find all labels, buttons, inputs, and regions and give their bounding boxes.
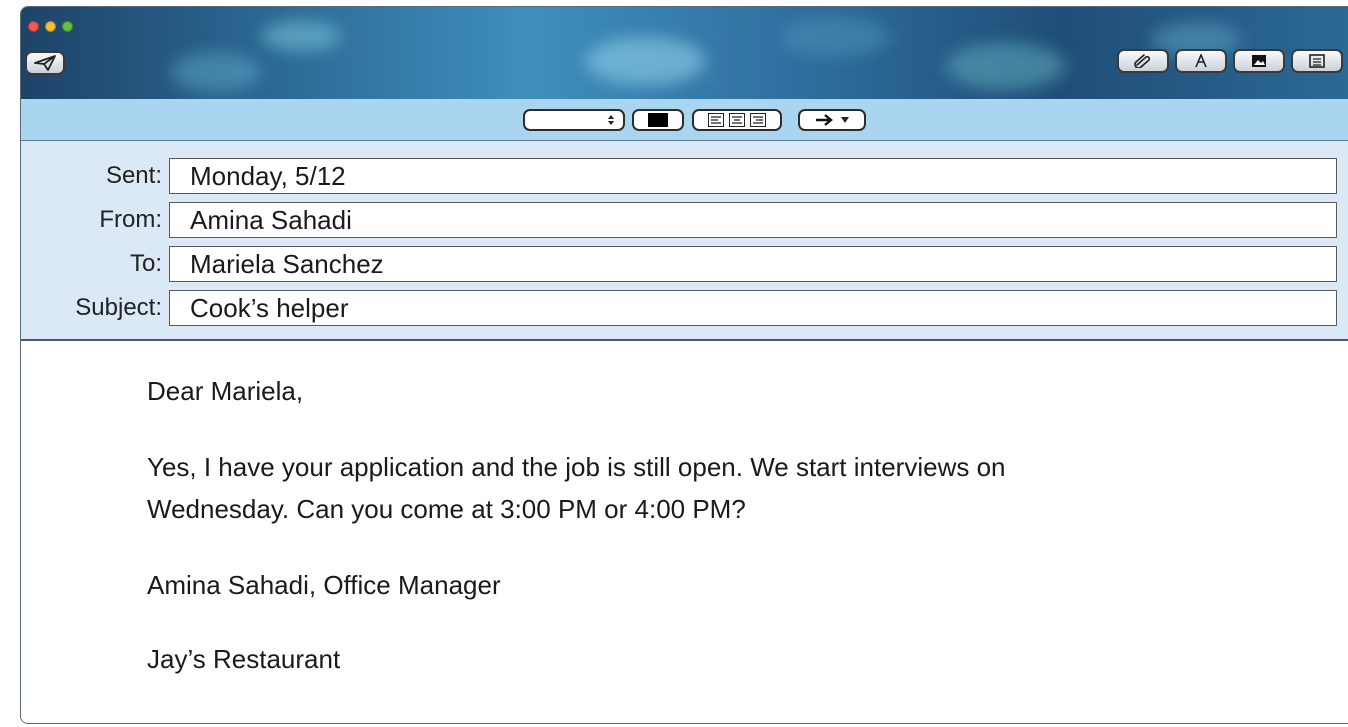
from-field[interactable]: Amina Sahadi xyxy=(169,202,1337,238)
background-bokeh xyxy=(586,37,706,85)
to-label: To: xyxy=(129,250,162,277)
alignment-control[interactable] xyxy=(692,109,782,131)
minimize-window-button[interactable] xyxy=(45,21,56,32)
align-left-icon[interactable] xyxy=(708,113,724,127)
sent-label: Sent: xyxy=(105,162,162,189)
title-bar xyxy=(21,7,1348,100)
format-bar-toggle-button[interactable] xyxy=(1291,49,1343,73)
paper-plane-icon xyxy=(34,55,56,71)
align-center-icon[interactable] xyxy=(729,113,745,127)
message-headers: Sent: Monday, 5/12 From: Amina Sahadi To… xyxy=(21,141,1348,341)
background-bokeh xyxy=(261,21,341,51)
to-field[interactable]: Mariela Sanchez xyxy=(169,246,1337,282)
subject-row: Subject: Cook’s helper xyxy=(21,290,1348,326)
photo-browser-button[interactable] xyxy=(1233,49,1285,73)
to-row: To: Mariela Sanchez xyxy=(21,246,1348,282)
attach-button[interactable] xyxy=(1117,49,1169,73)
signature-company: Jay’s Restaurant xyxy=(147,644,341,674)
send-button[interactable] xyxy=(25,51,65,75)
photo-icon xyxy=(1252,55,1266,67)
color-swatch-icon xyxy=(648,113,668,127)
from-label: From: xyxy=(99,206,162,233)
body-paragraph-line-1: Yes, I have your application and the job… xyxy=(147,452,1006,482)
chevron-up-down-icon xyxy=(608,115,614,125)
grid-icon xyxy=(1309,54,1325,68)
background-bokeh xyxy=(171,52,261,92)
background-bokeh xyxy=(781,17,891,57)
signature-button[interactable] xyxy=(1175,49,1227,73)
font-select[interactable] xyxy=(523,109,625,131)
from-row: From: Amina Sahadi xyxy=(21,202,1348,238)
signature-name: Amina Sahadi, Office Manager xyxy=(147,570,501,600)
body-paragraph-line-2: Wednesday. Can you come at 3:00 PM or 4:… xyxy=(147,494,746,524)
indent-control[interactable] xyxy=(798,109,866,131)
paperclip-icon xyxy=(1134,54,1151,68)
sent-row: Sent: Monday, 5/12 xyxy=(21,158,1348,194)
background-bokeh xyxy=(946,43,1066,89)
align-right-icon[interactable] xyxy=(750,113,766,127)
zoom-window-button[interactable] xyxy=(62,21,73,32)
chevron-down-icon xyxy=(841,117,849,123)
mail-window: Sent: Monday, 5/12 From: Amina Sahadi To… xyxy=(20,6,1348,724)
format-bar xyxy=(21,99,1348,141)
close-window-button[interactable] xyxy=(28,21,39,32)
subject-label: Subject: xyxy=(75,294,162,321)
signature-icon xyxy=(1195,54,1207,68)
text-color-button[interactable] xyxy=(632,109,684,131)
sent-field[interactable]: Monday, 5/12 xyxy=(169,158,1337,194)
message-body[interactable]: Dear Mariela, Yes, I have your applicati… xyxy=(21,341,1348,723)
indent-arrow-icon xyxy=(816,114,833,126)
greeting-text: Dear Mariela, xyxy=(147,376,304,406)
subject-field[interactable]: Cook’s helper xyxy=(169,290,1337,326)
